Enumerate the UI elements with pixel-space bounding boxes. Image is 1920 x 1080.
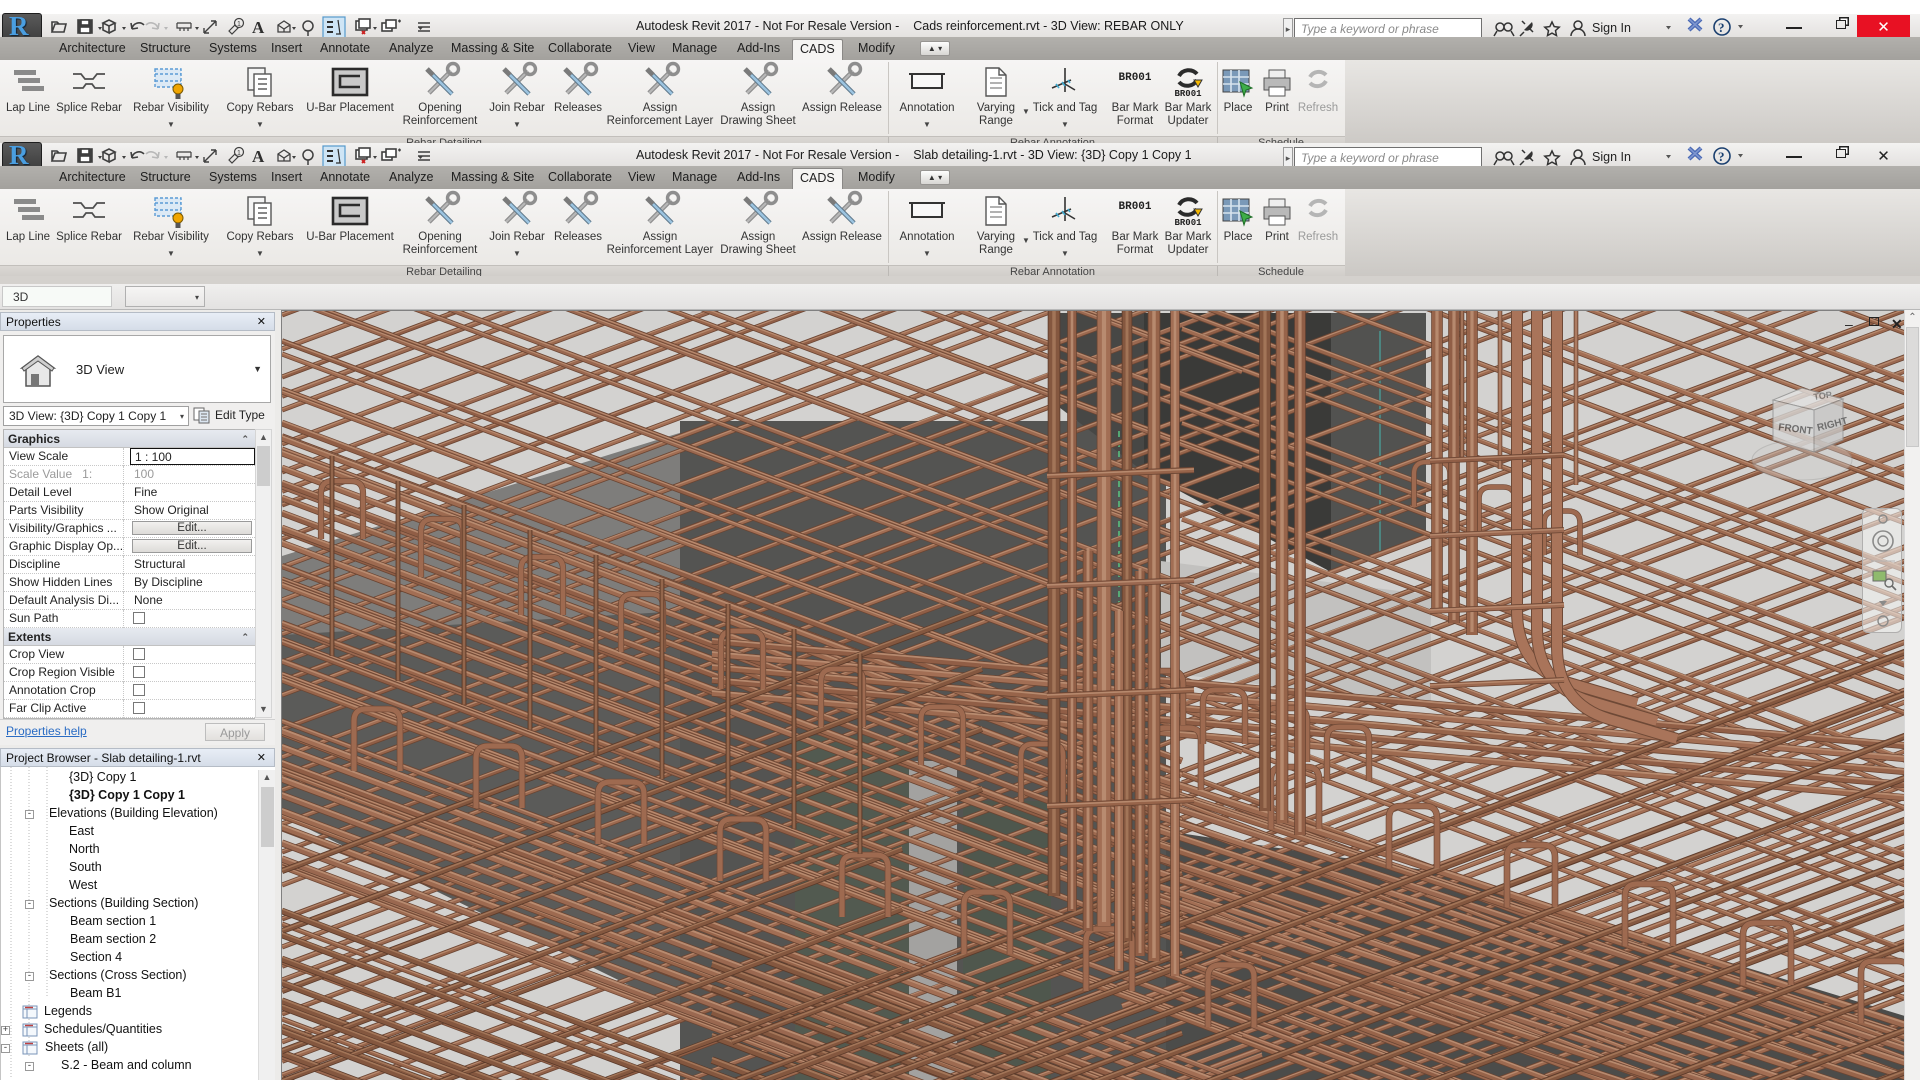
svg-text:BR001: BR001 xyxy=(1118,72,1151,84)
svg-text:BR001: BR001 xyxy=(1174,218,1202,228)
svg-text:?: ? xyxy=(1718,20,1725,35)
svg-text:1: 1 xyxy=(237,21,241,28)
svg-text:?: ? xyxy=(1718,149,1725,164)
svg-text:Sign In: Sign In xyxy=(1592,21,1631,35)
svg-text:1: 1 xyxy=(237,150,241,157)
svg-text:Sign In: Sign In xyxy=(1592,150,1631,164)
svg-text:BR001: BR001 xyxy=(1118,201,1151,213)
svg-text:A: A xyxy=(252,147,265,166)
svg-text:BR001: BR001 xyxy=(1174,89,1202,99)
svg-text:A: A xyxy=(252,18,265,37)
